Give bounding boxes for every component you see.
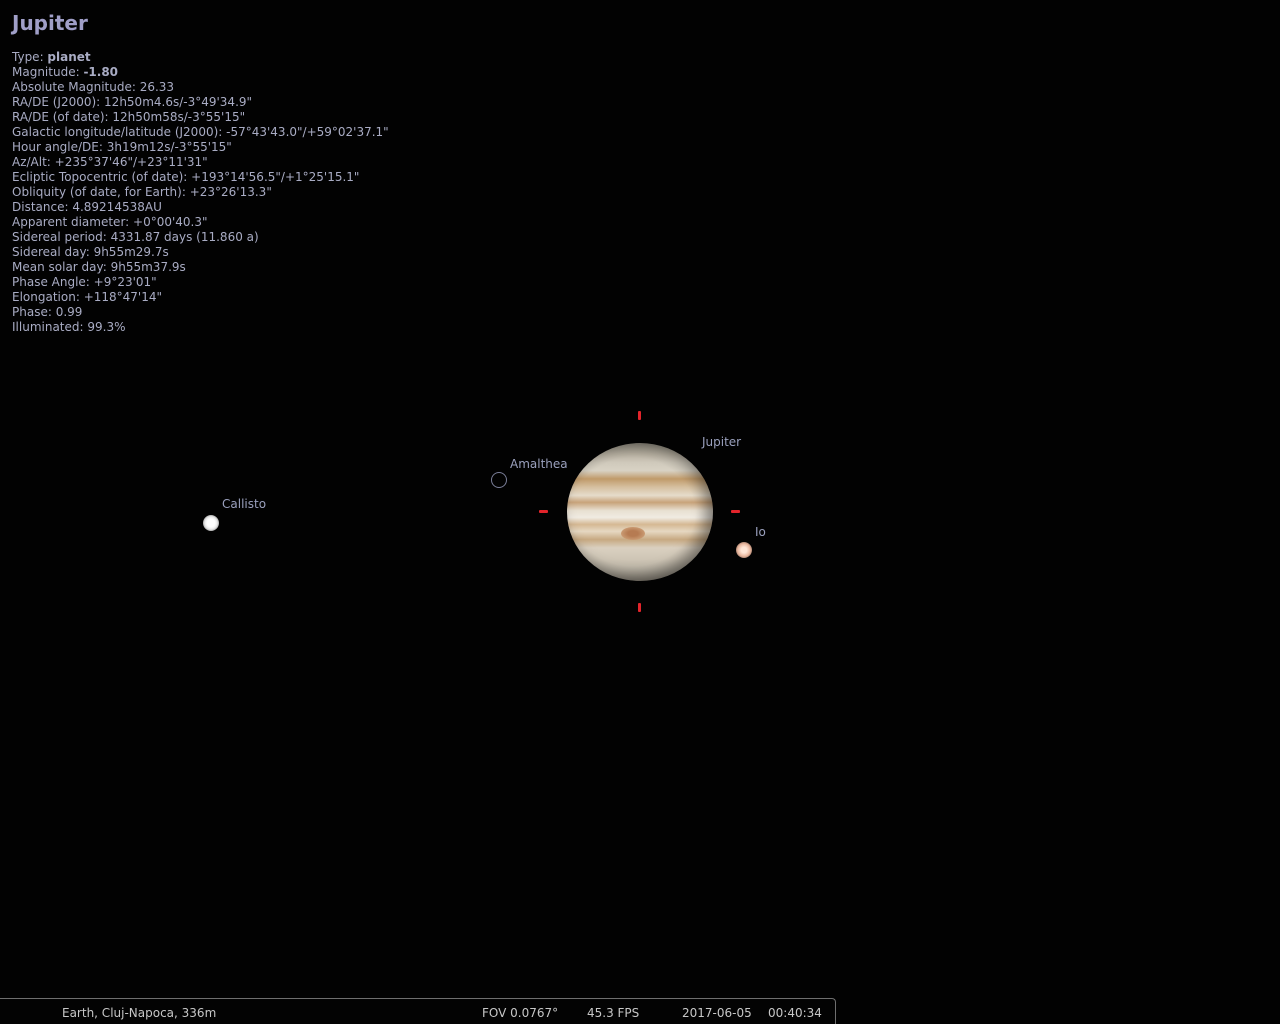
info-row-value: 26.33 xyxy=(139,80,175,94)
info-row: RA/DE (J2000): 12h50m4.6s/-3°49'34.9" xyxy=(12,95,389,110)
info-row-value: 9h55m29.7s xyxy=(93,245,169,259)
object-info-rows: Type: planet Magnitude: -1.80 Absolute Mag… xyxy=(12,50,389,335)
io-moon[interactable] xyxy=(736,542,752,558)
jupiter-label: Jupiter xyxy=(702,435,742,449)
location-text: Earth, Cluj-Napoca, 336m xyxy=(62,1006,217,1020)
info-row-label: Phase Angle: xyxy=(12,275,94,289)
selection-marker-bottom xyxy=(638,603,641,612)
info-row-label: Type: xyxy=(12,50,48,64)
info-row-value: 4331.87 days (11.860 a) xyxy=(110,230,259,244)
info-row-label: Magnitude: xyxy=(12,65,84,79)
info-row-label: Absolute Magnitude: xyxy=(12,80,140,94)
info-row-value: -1.80 xyxy=(83,65,119,79)
info-row-label: RA/DE (of date): xyxy=(12,110,113,124)
great-red-spot xyxy=(621,527,645,540)
info-row: Phase: 0.99 xyxy=(12,305,389,320)
io-label: Io xyxy=(755,525,766,539)
info-row: Apparent diameter: +0°00'40.3" xyxy=(12,215,389,230)
info-row: Phase Angle: +9°23'01" xyxy=(12,275,389,290)
info-row: Sidereal day: 9h55m29.7s xyxy=(12,245,389,260)
fps-text: 45.3 FPS xyxy=(587,1006,640,1020)
info-row-label: Galactic longitude/latitude (J2000): xyxy=(12,125,227,139)
info-row-value: -57°43'43.0"/+59°02'37.1" xyxy=(226,125,389,139)
info-row: Az/Alt: +235°37'46"/+23°11'31" xyxy=(12,155,389,170)
object-info-panel: Jupiter Type: planet Magnitude: -1.80 Abso… xyxy=(12,10,389,335)
amalthea-label: Amalthea xyxy=(510,457,568,471)
status-bar: Earth, Cluj-Napoca, 336m FOV 0.0767° 45.… xyxy=(0,998,836,1024)
info-row-label: RA/DE (J2000): xyxy=(12,95,105,109)
info-row: Mean solar day: 9h55m37.9s xyxy=(12,260,389,275)
info-row: RA/DE (of date): 12h50m58s/-3°55'15" xyxy=(12,110,389,125)
info-row-value: 12h50m4.6s/-3°49'34.9" xyxy=(104,95,253,109)
object-title: Jupiter xyxy=(12,11,88,35)
info-row-label: Hour angle/DE: xyxy=(12,140,107,154)
info-row-value: +235°37'46"/+23°11'31" xyxy=(54,155,208,169)
info-row-label: Obliquity (of date, for Earth): xyxy=(12,185,190,199)
info-row: Absolute Magnitude: 26.33 xyxy=(12,80,389,95)
callisto-moon[interactable] xyxy=(203,515,219,531)
info-row: Magnitude: -1.80 xyxy=(12,65,389,80)
info-row-label: Illuminated: xyxy=(12,320,88,334)
info-row-value: 3h19m12s/-3°55'15" xyxy=(106,140,232,154)
info-row-value: +9°23'01" xyxy=(93,275,157,289)
info-row: Sidereal period: 4331.87 days (11.860 a) xyxy=(12,230,389,245)
info-row-value: planet xyxy=(47,50,91,64)
info-row-value: 9h55m37.9s xyxy=(110,260,186,274)
info-row: Distance: 4.89214538AU xyxy=(12,200,389,215)
info-row-label: Distance: xyxy=(12,200,73,214)
info-row: Elongation: +118°47'14" xyxy=(12,290,389,305)
info-row-label: Phase: xyxy=(12,305,56,319)
selection-marker-left xyxy=(539,510,548,513)
amalthea-moon[interactable] xyxy=(491,472,507,488)
info-row-label: Apparent diameter: xyxy=(12,215,134,229)
info-row-label: Ecliptic Topocentric (of date): xyxy=(12,170,192,184)
info-row-value: +0°00'40.3" xyxy=(133,215,208,229)
info-row: Type: planet xyxy=(12,50,389,65)
callisto-label: Callisto xyxy=(222,497,267,511)
info-row-value: +23°26'13.3" xyxy=(189,185,272,199)
info-row: Galactic longitude/latitude (J2000): -57… xyxy=(12,125,389,140)
info-row-value: +118°47'14" xyxy=(83,290,163,304)
info-row-value: 12h50m58s/-3°55'15" xyxy=(112,110,246,124)
info-row-label: Sidereal period: xyxy=(12,230,111,244)
info-row: Illuminated: 99.3% xyxy=(12,320,389,335)
info-row: Obliquity (of date, for Earth): +23°26'1… xyxy=(12,185,389,200)
info-row-value: 0.99 xyxy=(55,305,83,319)
selection-marker-top xyxy=(638,411,641,420)
time-text: 00:40:34 xyxy=(768,1006,822,1020)
info-row-label: Elongation: xyxy=(12,290,84,304)
info-row-label: Az/Alt: xyxy=(12,155,55,169)
fov-text: FOV 0.0767° xyxy=(482,1006,559,1020)
info-row: Ecliptic Topocentric (of date): +193°14'… xyxy=(12,170,389,185)
info-row-value: 4.89214538AU xyxy=(72,200,162,214)
date-text: 2017-06-05 xyxy=(682,1006,752,1020)
info-row-value: +193°14'56.5"/+1°25'15.1" xyxy=(191,170,360,184)
jupiter-planet[interactable] xyxy=(567,443,713,581)
info-row-label: Sidereal day: xyxy=(12,245,94,259)
info-row-value: 99.3% xyxy=(87,320,126,334)
selection-marker-right xyxy=(731,510,740,513)
info-row-label: Mean solar day: xyxy=(12,260,111,274)
info-row: Hour angle/DE: 3h19m12s/-3°55'15" xyxy=(12,140,389,155)
